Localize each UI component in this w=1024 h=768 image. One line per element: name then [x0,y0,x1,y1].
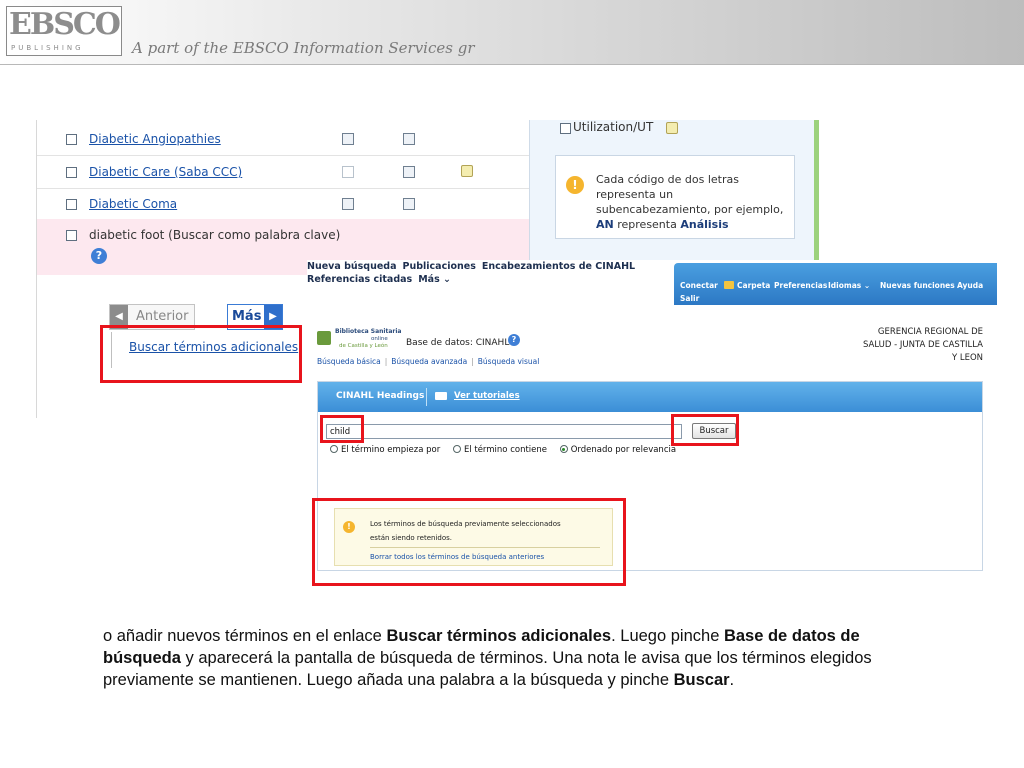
ebsco-logo: EBSCO PUBLISHING [6,6,122,56]
subject-link[interactable]: Diabetic Coma [89,197,177,211]
note-icon[interactable] [461,165,473,177]
highlight-box-notice [312,498,626,586]
folder-icon [724,281,734,289]
keyword-label: diabetic foot (Buscar como palabra clave… [89,228,341,242]
info-text: Cada código de dos letras representa un … [596,172,788,232]
caption-bold: Buscar [673,671,730,689]
info-middle: representa [617,218,677,231]
toolbar-preferences[interactable]: Preferencias [774,281,827,290]
advanced-search-link[interactable]: Búsqueda avanzada [391,357,467,366]
search-modes: Búsqueda básica | Búsqueda avanzada | Búsque… [317,357,539,366]
library-logo-line2: online [371,336,388,342]
org-line: GERENCIA REGIONAL DE [877,327,983,337]
separator: | [471,357,474,366]
utilization-label: Utilization/UT [573,120,654,134]
radio-button[interactable] [330,445,338,453]
major-concept-checkbox[interactable] [403,166,415,178]
caption-part: o añadir nuevos términos en el enlace [103,627,387,645]
row-checkbox[interactable] [66,134,77,145]
option-relevance[interactable]: Ordenado por relevancia [559,445,677,455]
help-icon[interactable]: ? [91,248,107,264]
library-logo-mark [317,331,331,345]
library-logo-line1: Biblioteca Sanitaria [335,328,402,335]
panel-title: CINAHL Headings [336,391,425,401]
org-line: SALUD - JUNTA DE CASTILLA [863,340,983,350]
row-checkbox[interactable] [66,230,77,241]
next-label: Más [232,309,262,324]
brand-row: Biblioteca Sanitaria online de Castilla … [307,316,997,376]
option-starts-with[interactable]: El término empieza por [330,445,440,455]
utilization-checkbox[interactable] [560,123,571,134]
header-banner: EBSCO PUBLISHING A part of the EBSCO Inf… [0,0,1024,65]
toolbar-new-features[interactable]: Nuevas funciones [880,281,955,290]
org-line: Y LEON [951,353,983,363]
option-contains[interactable]: El término contiene [452,445,548,455]
subject-link[interactable]: Diabetic Care (Saba CCC) [89,165,242,179]
panel-header: CINAHL Headings Ver tutoriales [318,382,982,412]
highlight-box-search-input [320,415,364,443]
database-label[interactable]: Base de datos: CINAHL [406,338,509,348]
caption-text: o añadir nuevos términos en el enlace Bu… [103,625,938,691]
list-item: Diabetic Coma [37,188,529,221]
logo-main-text: EBSCO [9,7,121,42]
toolbar-sign-in[interactable]: Conectar [680,281,718,290]
major-concept-checkbox[interactable] [403,133,415,145]
option-label: El término contiene [463,445,548,455]
info-prefix: Cada código de dos letras representa un … [596,173,784,216]
explode-checkbox[interactable] [342,133,354,145]
video-icon [435,392,447,400]
library-logo: Biblioteca Sanitaria online de Castilla … [317,324,401,350]
divider [426,388,427,406]
highlight-box-more-terms [100,325,302,383]
accent-bar [814,120,819,260]
nav-cited-references[interactable]: Referencias citadas [307,274,412,285]
toolbar-folder[interactable]: Carpeta [737,281,770,290]
nav-publications[interactable]: Publicaciones [403,261,476,272]
option-label: Ordenado por relevancia [570,445,677,455]
toolbar-exit[interactable]: Salir [680,294,699,303]
toolbar-languages[interactable]: Idiomas ⌄ [828,281,870,290]
header-tagline: A part of the EBSCO Information Services… [132,39,475,57]
info-box: ! Cada código de dos letras representa u… [555,155,795,239]
previous-label: Anterior [136,309,189,324]
caption-bold: Buscar términos adicionales [386,627,612,645]
info-term: Análisis [680,218,729,231]
radio-button[interactable] [452,445,461,453]
organization-name: GERENCIA REGIONAL DE SALUD - JUNTA DE CA… [863,326,983,365]
logo-sub-text: PUBLISHING [11,44,84,52]
row-checkbox[interactable] [66,167,77,178]
search-options: El término empieza por El término contie… [330,445,686,455]
list-item: Diabetic Angiopathies [37,123,529,156]
tutorials-link[interactable]: Ver tutoriales [454,391,520,401]
nav-new-search[interactable]: Nueva búsqueda [307,261,397,272]
separator: | [384,357,388,366]
subject-link[interactable]: Diabetic Angiopathies [89,132,221,146]
visual-search-link[interactable]: Búsqueda visual [478,357,540,366]
nav-more[interactable]: Más ⌄ [418,274,451,285]
library-logo-line3: de Castilla y León [339,343,388,349]
user-toolbar: Conectar Carpeta Preferencias Idiomas ⌄ … [674,263,997,305]
caption-part: . [729,671,735,689]
explode-checkbox[interactable] [342,166,354,178]
basic-search-link[interactable]: Búsqueda básica [317,357,381,366]
radio-button-selected[interactable] [559,445,568,453]
toolbar-help[interactable]: Ayuda [957,281,983,290]
row-checkbox[interactable] [66,199,77,210]
highlight-box-search-button [671,414,739,446]
search-input[interactable] [326,424,672,439]
note-icon[interactable] [666,122,678,134]
major-concept-checkbox[interactable] [403,198,415,210]
explode-checkbox[interactable] [342,198,354,210]
caption-part: . Luego pinche [611,627,724,645]
info-code: AN [596,218,614,231]
help-icon[interactable]: ? [508,334,520,346]
list-item: Diabetic Care (Saba CCC) [37,156,529,189]
caption-part: y aparecerá la pantalla de búsqueda de t… [103,649,872,689]
option-label: El término empieza por [341,445,441,455]
top-navigation: Nueva búsqueda Publicaciones Encabezamient… [307,260,675,288]
nav-cinahl-headings[interactable]: Encabezamientos de CINAHL [482,261,635,272]
info-icon: ! [566,176,584,194]
